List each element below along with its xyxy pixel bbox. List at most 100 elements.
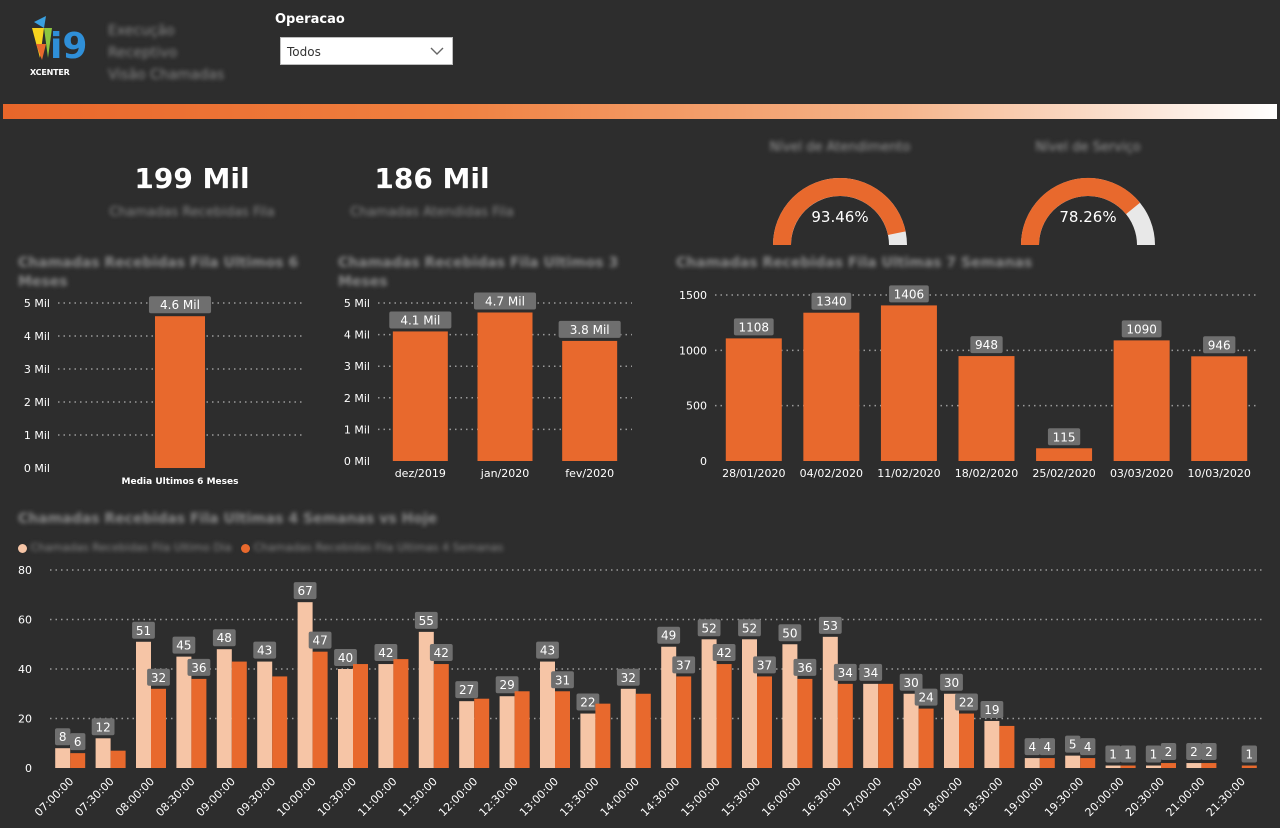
bar-ultimo-dia[interactable]: [257, 661, 273, 768]
y-tick-label: 5 Mil: [344, 297, 370, 310]
logo-wordmark: XCENTER: [30, 68, 70, 77]
y-tick-label: 80: [18, 564, 32, 577]
x-tick-label: Media Ultimos 6 Meses: [122, 477, 239, 487]
data-label: 52: [701, 621, 716, 635]
x-tick-label: 19:30:00: [1042, 775, 1086, 819]
bar-ultimo-dia[interactable]: [136, 641, 151, 768]
bar-4-semanas[interactable]: [231, 661, 247, 768]
bar-ultimo-dia[interactable]: [620, 688, 636, 768]
bar-4-semanas[interactable]: [1241, 765, 1257, 768]
bar-4-semanas[interactable]: [555, 691, 570, 768]
bar-4-semanas[interactable]: [918, 708, 934, 768]
chart-title-4-semanas-vs-hoje: Chamadas Recebidas Fila Ultimas 4 Semana…: [18, 511, 438, 527]
x-tick-label: 11:00:00: [355, 775, 399, 819]
bar-ultimo-dia[interactable]: [822, 636, 838, 768]
bar-ultimo-dia[interactable]: [863, 683, 879, 768]
x-tick-label: 12:30:00: [477, 775, 521, 819]
bar-4-semanas[interactable]: [1120, 765, 1136, 768]
data-label: 1108: [739, 320, 770, 334]
bar-4-semanas[interactable]: [393, 659, 409, 768]
x-tick-label: 25/02/2020: [1032, 467, 1095, 480]
bar-4-semanas[interactable]: [999, 725, 1015, 768]
data-label: 42: [716, 646, 731, 660]
bar[interactable]: [562, 340, 618, 461]
bar[interactable]: [1113, 340, 1170, 461]
bar[interactable]: [392, 331, 448, 461]
data-label: 4: [1028, 740, 1036, 754]
bar-4-semanas[interactable]: [70, 753, 86, 768]
bar[interactable]: [880, 305, 937, 461]
bar-ultimo-dia[interactable]: [216, 649, 232, 768]
bar-ultimo-dia[interactable]: [1065, 755, 1081, 768]
bar-ultimo-dia[interactable]: [1024, 758, 1040, 768]
data-label: 43: [540, 644, 555, 658]
bar-4-semanas[interactable]: [312, 651, 328, 768]
bar-4-semanas[interactable]: [474, 698, 490, 768]
y-tick-label: 20: [18, 713, 32, 726]
x-tick-label: 16:00:00: [759, 775, 803, 819]
bar-ultimo-dia[interactable]: [297, 602, 313, 768]
header-text-block: Execução Receptivo Visão Chamadas: [108, 20, 224, 86]
bar-4-semanas[interactable]: [1080, 758, 1096, 768]
bar-4-semanas[interactable]: [757, 676, 772, 768]
bar[interactable]: [155, 316, 205, 468]
bar-4-semanas[interactable]: [1161, 763, 1176, 768]
data-label: 37: [757, 658, 772, 672]
bar[interactable]: [958, 356, 1015, 461]
bar-4-semanas[interactable]: [676, 676, 692, 768]
kpi-label: Chamadas Recebidas Fila: [109, 205, 275, 220]
x-tick-label: 10/03/2020: [1188, 467, 1251, 480]
x-tick-label: 09:00:00: [194, 775, 238, 819]
kpi-card-recebidas: 199 Mil Chamadas Recebidas Fila: [92, 162, 292, 220]
data-label: 3.8 Mil: [570, 323, 610, 337]
x-tick-label: 11:30:00: [396, 775, 440, 819]
y-tick-label: 0 Mil: [344, 455, 370, 468]
bar-4-semanas[interactable]: [716, 664, 732, 768]
bar-4-semanas[interactable]: [797, 678, 813, 768]
bar-4-semanas[interactable]: [595, 703, 611, 768]
bar-ultimo-dia[interactable]: [1186, 763, 1202, 768]
bar-4-semanas[interactable]: [272, 676, 288, 768]
x-tick-label: 10:30:00: [315, 775, 359, 819]
bar-ultimo-dia[interactable]: [984, 720, 1000, 768]
bar-4-semanas[interactable]: [837, 683, 853, 768]
bar-4-semanas[interactable]: [433, 664, 449, 768]
bar-ultimo-dia[interactable]: [580, 713, 596, 768]
bar-4-semanas[interactable]: [110, 750, 126, 768]
bar-ultimo-dia[interactable]: [1146, 765, 1161, 768]
bar-4-semanas[interactable]: [151, 688, 166, 768]
header-line: Visão Chamadas: [108, 67, 225, 83]
bar-ultimo-dia[interactable]: [499, 696, 515, 768]
bar-ultimo-dia[interactable]: [378, 664, 394, 768]
bar-ultimo-dia[interactable]: [55, 748, 71, 768]
x-tick-label: 09:30:00: [234, 775, 278, 819]
bar-4-semanas[interactable]: [635, 693, 651, 768]
bar[interactable]: [1036, 448, 1093, 461]
gauge-title: Nível de Atendimento: [769, 140, 911, 155]
x-tick-label: 12:00:00: [436, 775, 480, 819]
bar[interactable]: [725, 338, 782, 461]
bar-4-semanas[interactable]: [1039, 758, 1055, 768]
bar-ultimo-dia[interactable]: [338, 669, 353, 768]
data-label: 2: [1190, 745, 1198, 759]
bar-ultimo-dia[interactable]: [1105, 765, 1121, 768]
bar[interactable]: [477, 312, 533, 461]
bar-ultimo-dia[interactable]: [459, 701, 475, 768]
data-label: 1340: [816, 295, 847, 309]
data-label: 31: [555, 673, 570, 687]
bar-4-semanas[interactable]: [191, 678, 207, 768]
bar-4-semanas[interactable]: [878, 683, 894, 768]
bar-4-semanas[interactable]: [959, 713, 974, 768]
bar[interactable]: [1191, 356, 1248, 461]
data-label: 67: [297, 584, 312, 598]
bar-4-semanas[interactable]: [353, 664, 368, 768]
data-label: 4.1 Mil: [400, 313, 440, 327]
bar-4-semanas[interactable]: [514, 691, 530, 768]
y-tick-label: 60: [18, 614, 32, 627]
bar-ultimo-dia[interactable]: [95, 738, 111, 768]
data-label: 5: [1069, 738, 1077, 752]
data-label: 30: [903, 676, 918, 690]
operacao-dropdown[interactable]: Todos: [280, 37, 453, 65]
bar-4-semanas[interactable]: [1201, 763, 1217, 768]
bar[interactable]: [803, 312, 860, 461]
